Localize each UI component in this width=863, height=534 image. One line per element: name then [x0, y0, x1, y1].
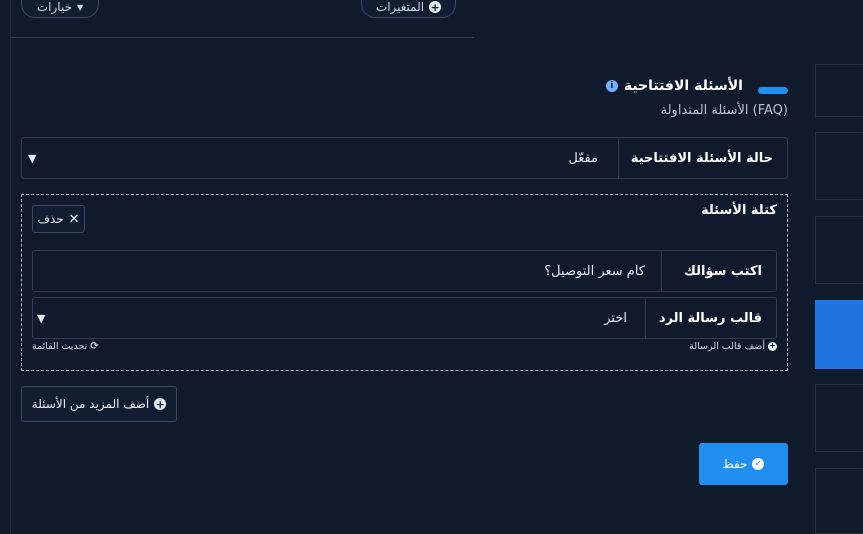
variables-button[interactable]: المتغيرات + [361, 0, 456, 18]
template-label: قالب رسالة الرد [645, 298, 776, 338]
options-label: خيارات [36, 0, 72, 14]
status-value: مفعّل [568, 150, 598, 166]
sidebar-item[interactable] [815, 64, 863, 117]
question-label: اكتب سؤالك [661, 251, 776, 291]
section-subtitle: الأسئلة المتداولة (FAQ) [660, 103, 788, 118]
save-label: حفظ [722, 457, 748, 471]
sidebar-item[interactable] [815, 384, 863, 452]
refresh-icon: ⟳ [90, 340, 99, 352]
status-field[interactable]: ▼ مفعّل حالة الأسئلة الافتتاحية [21, 137, 788, 179]
add-more-questions-button[interactable]: أضف المزيد من الأسئلة + [21, 386, 177, 422]
status-label: حالة الأسئلة الافتتاحية [618, 138, 787, 178]
status-select[interactable]: ▼ مفعّل [22, 138, 618, 178]
section-title: الأسئلة الافتتاحية [623, 78, 743, 94]
refresh-list-link[interactable]: تحديث القائمة ⟳ [32, 339, 152, 353]
add-template-link[interactable]: أضف قالب الرسالة + [620, 339, 777, 353]
add-template-label: أضف قالب الرسالة [689, 340, 765, 352]
delete-button[interactable]: حذف ✕ [32, 205, 85, 233]
chevron-down-icon: ▼ [37, 311, 46, 325]
sidebar-item[interactable] [815, 132, 863, 200]
template-select[interactable]: ▼ اختر [33, 298, 645, 338]
section-accent-bar [758, 87, 788, 94]
question-input[interactable]: كام سعر التوصيل؟ [33, 251, 661, 291]
question-value: كام سعر التوصيل؟ [544, 263, 645, 279]
save-button[interactable]: حفظ ✓ [699, 443, 788, 485]
refresh-label: تحديث القائمة [32, 340, 88, 352]
sidebar-item[interactable] [815, 468, 863, 534]
variables-label: المتغيرات [375, 0, 425, 14]
info-icon: i [605, 80, 618, 92]
sidebar-item[interactable] [815, 216, 863, 284]
section-heading: i الأسئلة الافتتاحية [500, 76, 743, 96]
question-field[interactable]: كام سعر التوصيل؟ اكتب سؤالك [32, 250, 777, 292]
plus-circle-icon: + [154, 397, 167, 411]
block-title: كتلة الأسئلة [700, 203, 777, 218]
chevron-down-icon: ▼ [28, 151, 37, 165]
check-circle-icon: ✓ [752, 458, 765, 470]
plus-circle-icon: + [429, 0, 442, 14]
close-icon: ✕ [68, 211, 80, 227]
plus-circle-icon: + [768, 341, 777, 351]
toolbar-divider [10, 37, 474, 38]
caret-down-icon: ▼ [76, 2, 84, 12]
template-field[interactable]: ▼ اختر قالب رسالة الرد [32, 297, 777, 339]
add-more-label: أضف المزيد من الأسئلة [31, 397, 150, 411]
panel-edge [10, 0, 11, 534]
sidebar-item-active[interactable] [815, 300, 863, 369]
options-button[interactable]: خيارات ▼ [21, 0, 99, 18]
template-value: اختر [604, 310, 627, 326]
delete-label: حذف [37, 212, 64, 226]
